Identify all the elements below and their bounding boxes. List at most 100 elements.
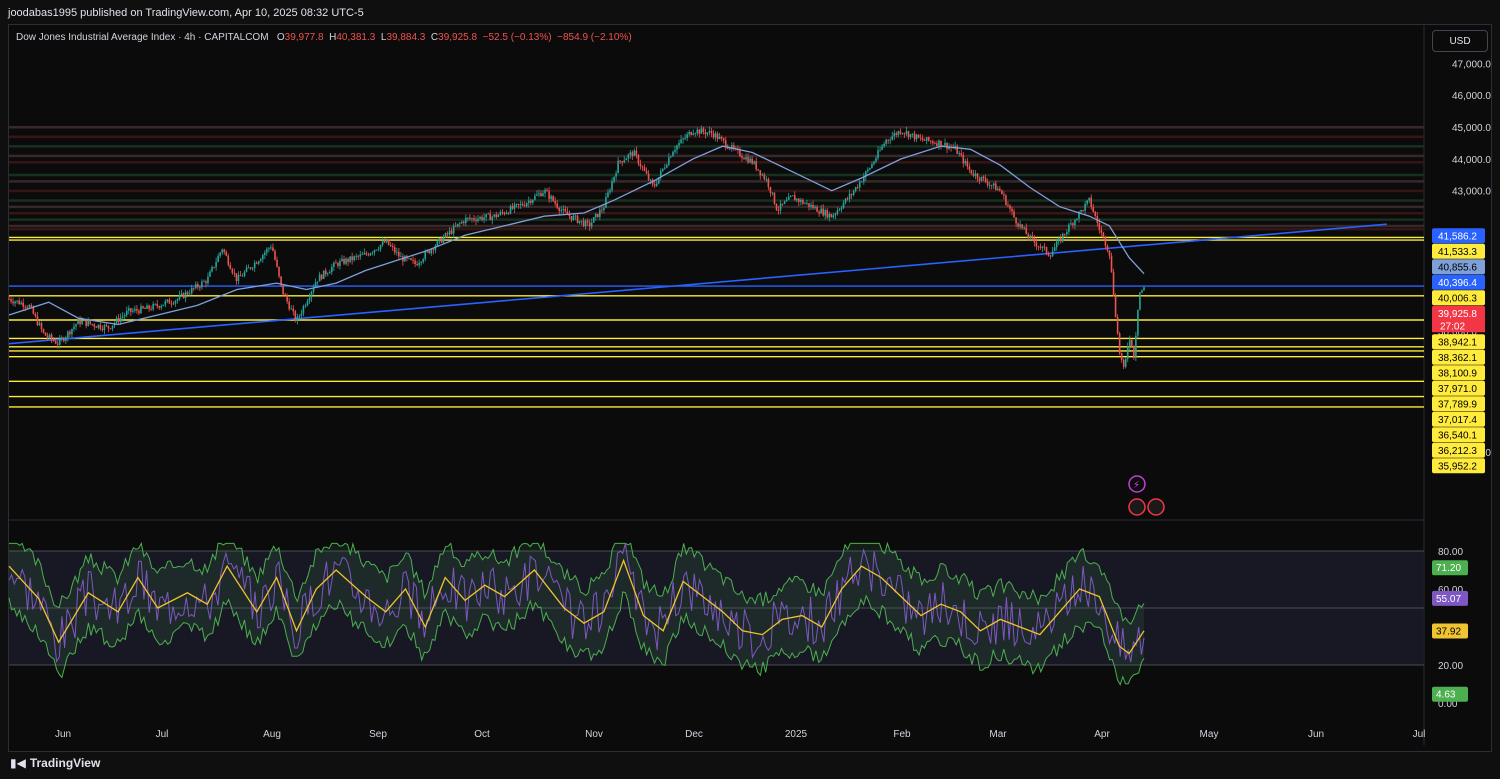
candle-body xyxy=(58,339,61,345)
candle-body xyxy=(688,131,690,135)
candle-body xyxy=(8,299,10,300)
candle-body xyxy=(138,310,140,314)
candle-body xyxy=(704,132,707,135)
candle-body xyxy=(201,281,203,288)
candle-body xyxy=(194,284,197,288)
candle-body xyxy=(637,155,640,164)
candle-body xyxy=(773,192,776,205)
candle-body xyxy=(491,216,494,221)
candle-body xyxy=(558,207,561,211)
zone-band xyxy=(9,135,1424,139)
candle-body xyxy=(42,329,45,333)
candle-body xyxy=(410,258,412,261)
currency-button[interactable]: USD xyxy=(1432,30,1488,52)
candle-body xyxy=(1007,204,1009,206)
candle-body xyxy=(20,302,22,305)
candle-body xyxy=(1017,223,1019,227)
candle-body xyxy=(907,131,910,138)
candle-body xyxy=(560,209,563,211)
candle-body xyxy=(465,217,467,223)
candle-body xyxy=(109,328,112,330)
candle-body xyxy=(18,300,20,305)
candle-body xyxy=(844,198,847,203)
candle-body xyxy=(795,198,798,201)
candle-body xyxy=(895,133,898,135)
candle-body xyxy=(601,209,603,211)
candle-body xyxy=(142,306,144,309)
tradingview-logo[interactable]: ▮◀ TradingView xyxy=(10,756,100,770)
candle-body xyxy=(917,134,920,138)
candle-body xyxy=(986,182,989,186)
candle-body xyxy=(14,301,16,304)
candle-body xyxy=(875,158,877,162)
candle-body xyxy=(974,173,977,176)
time-tick-label: Dec xyxy=(685,729,703,740)
candle-body xyxy=(830,213,833,218)
ohlc-high-label: H xyxy=(326,32,337,43)
candle-body xyxy=(930,140,932,142)
ohlc-change2-value: −854.9 (−2.10%) xyxy=(557,32,632,43)
candle-body xyxy=(262,255,264,260)
candle-body xyxy=(444,233,447,238)
candle-body xyxy=(818,211,820,214)
candle-body xyxy=(1025,227,1028,235)
candle-body xyxy=(820,208,822,214)
candle-body xyxy=(824,210,827,216)
candle-body xyxy=(1023,227,1026,229)
candle-body xyxy=(257,261,260,264)
candle-body xyxy=(682,138,684,140)
candle-body xyxy=(860,181,863,183)
candle-body xyxy=(1070,223,1072,225)
candle-body xyxy=(832,215,835,218)
candle-body xyxy=(463,221,465,223)
zone-band xyxy=(9,205,1424,209)
candle-body xyxy=(1094,211,1097,216)
candle-body xyxy=(1064,233,1066,235)
candle-body xyxy=(759,170,762,176)
candle-body xyxy=(712,133,715,138)
candle-body xyxy=(343,258,345,264)
candle-body xyxy=(678,142,680,146)
candle-body xyxy=(1112,271,1115,296)
candle-body xyxy=(1049,255,1052,257)
candle-body xyxy=(588,222,591,227)
candle-body xyxy=(858,181,861,188)
candle-body xyxy=(38,323,41,325)
chart-canvas[interactable]: 47,000.0 46,000.0 45,000.0 44,000.0 43,000.0… xyxy=(0,0,1500,779)
candle-body xyxy=(148,305,150,309)
candle-body xyxy=(190,287,193,294)
candle-body xyxy=(371,252,374,254)
zone-band xyxy=(9,212,1424,215)
candle-body xyxy=(1061,233,1064,242)
candle-body xyxy=(692,133,695,135)
candle-body xyxy=(1021,224,1023,228)
candle-body xyxy=(964,161,967,164)
candle-body xyxy=(272,247,274,251)
candle-body xyxy=(456,223,459,227)
candle-body xyxy=(304,305,307,307)
candle-body xyxy=(1088,197,1090,201)
candle-body xyxy=(44,332,47,336)
candle-body xyxy=(877,150,879,159)
candle-body xyxy=(393,247,396,253)
zone-band xyxy=(9,145,1424,148)
candle-body xyxy=(747,157,749,163)
candle-body xyxy=(1082,210,1084,211)
candle-body xyxy=(674,149,676,152)
candle-body xyxy=(158,306,161,308)
candle-body xyxy=(79,318,81,325)
candle-body xyxy=(357,256,360,257)
rsi-value-label: 4.63 xyxy=(1436,690,1456,701)
candle-body xyxy=(765,178,768,180)
candle-body xyxy=(164,301,167,305)
candle-body xyxy=(422,259,425,262)
candle-body xyxy=(81,321,83,325)
candle-body xyxy=(1124,358,1127,367)
time-tick-label: Mar xyxy=(989,729,1007,740)
candle-body xyxy=(869,167,871,170)
candle-body xyxy=(690,131,693,135)
candle-body xyxy=(144,308,146,309)
candle-body xyxy=(178,295,181,300)
candle-body xyxy=(205,281,207,284)
candle-body xyxy=(192,287,195,289)
